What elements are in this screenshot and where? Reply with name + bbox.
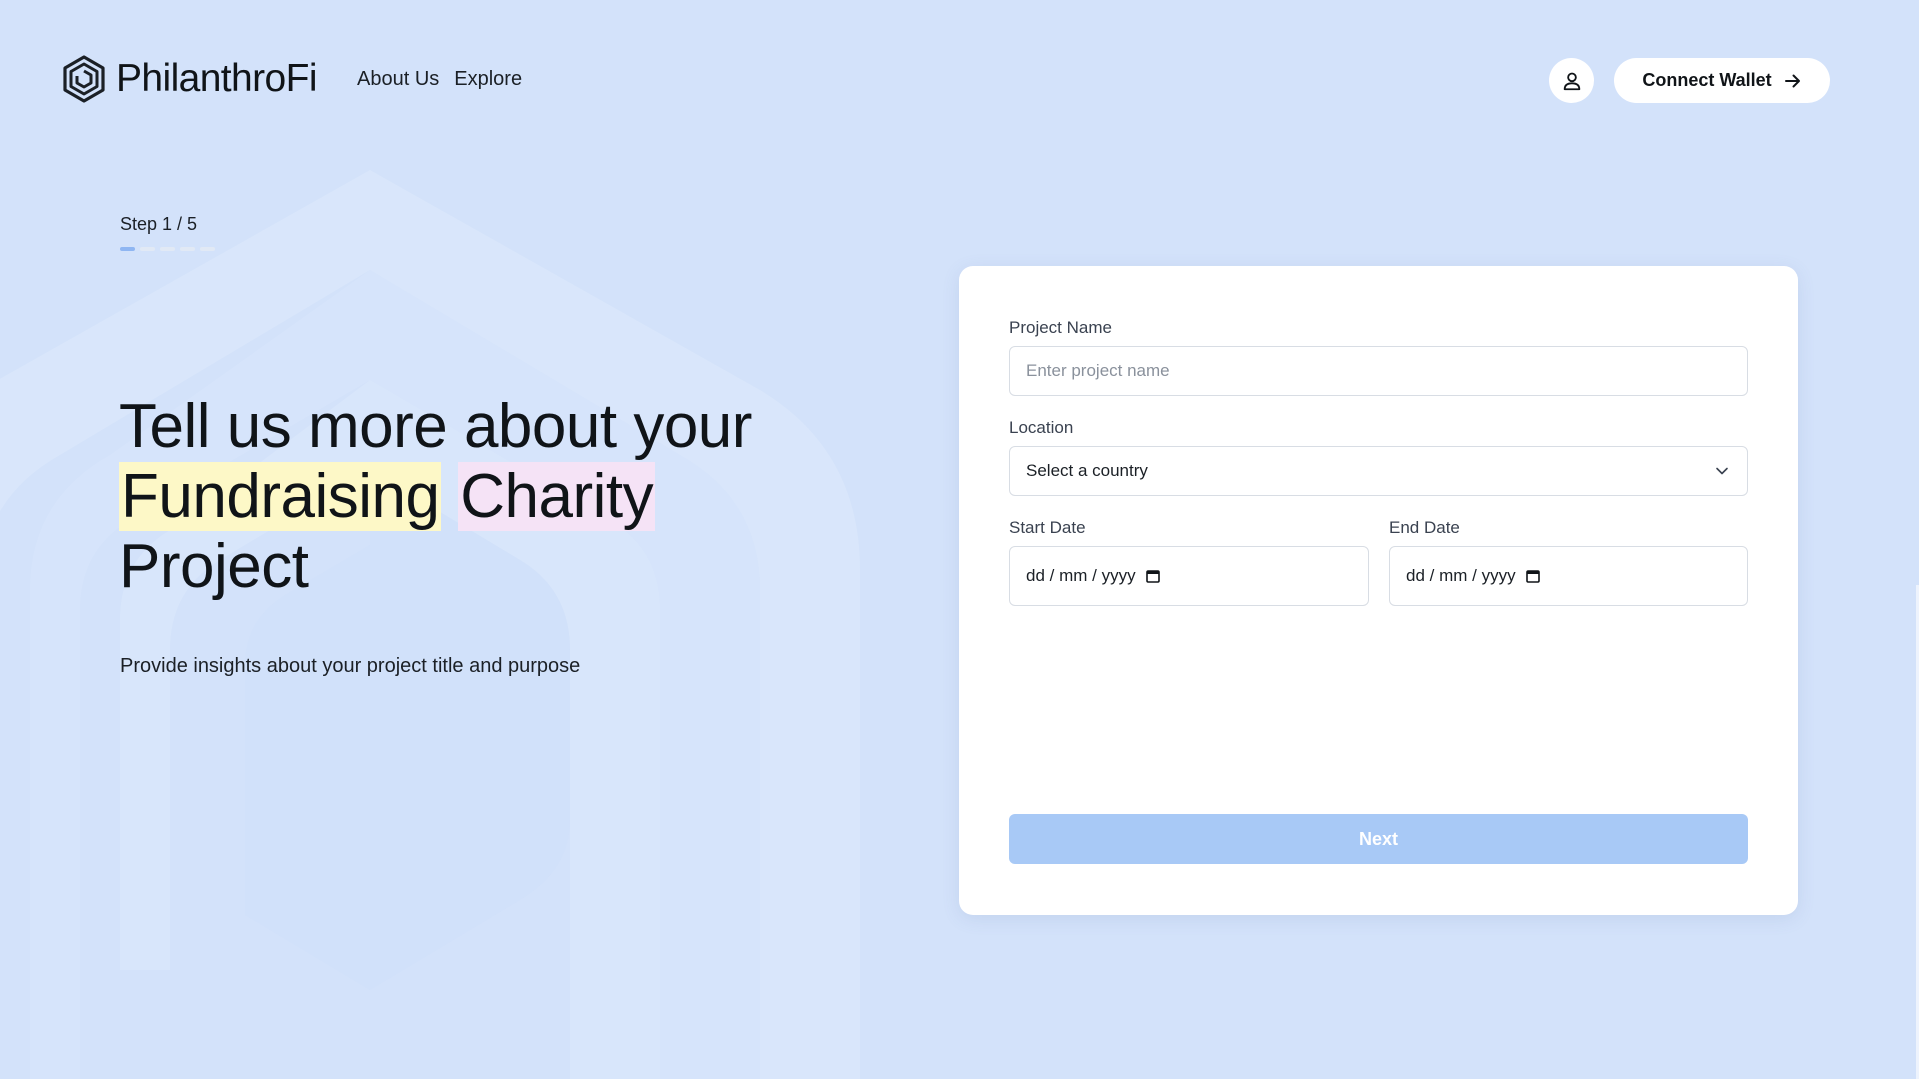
- arrow-right-icon: [1784, 74, 1800, 87]
- top-header: PhilanthroFi About Us Explore Connect Wa…: [0, 0, 1919, 160]
- brand-name: PhilanthroFi: [116, 57, 318, 100]
- background-hexagon-decoration: [0, 170, 860, 1079]
- hero-title: Tell us more about your Fundraising Char…: [119, 392, 919, 602]
- hero-title-line1: Tell us more about your: [119, 392, 752, 461]
- start-date-input[interactable]: dd / mm / yyyy: [1009, 546, 1369, 606]
- location-label: Location: [1009, 418, 1074, 437]
- start-date-value: dd / mm / yyyy: [1026, 566, 1136, 585]
- hero-title-line3: Project: [119, 532, 309, 601]
- end-date-input[interactable]: dd / mm / yyyy: [1389, 546, 1748, 606]
- project-form-card: Project Name Enter project name Location…: [959, 266, 1798, 915]
- project-name-input[interactable]: Enter project name: [1009, 346, 1748, 396]
- hero-subtitle: Provide insights about your project titl…: [120, 655, 581, 677]
- profile-button[interactable]: [1549, 58, 1594, 103]
- nav-link-explore[interactable]: Explore: [454, 68, 522, 91]
- step-indicator-label: Step 1 / 5: [120, 214, 198, 234]
- step-dot-4: [180, 247, 195, 251]
- nav-link-about-us[interactable]: About Us: [357, 68, 439, 91]
- step-dot-5: [200, 247, 215, 251]
- page: PhilanthroFi About Us Explore Connect Wa…: [0, 0, 1919, 1079]
- hexagon-spiral-logo-icon: [63, 55, 105, 103]
- start-date-label: Start Date: [1009, 518, 1086, 537]
- calendar-icon[interactable]: [1525, 569, 1540, 583]
- end-date-value: dd / mm / yyyy: [1406, 566, 1516, 585]
- step-dot-3: [160, 247, 175, 251]
- step-dot-2: [140, 247, 155, 251]
- user-icon: [1563, 72, 1580, 90]
- location-select[interactable]: Select a country: [1009, 446, 1748, 496]
- end-date-label: End Date: [1389, 518, 1460, 537]
- hero-highlight-charity: Charity: [458, 462, 656, 531]
- calendar-icon[interactable]: [1145, 569, 1160, 583]
- step-progress: [120, 247, 215, 251]
- connect-wallet-label: Connect Wallet: [1642, 70, 1772, 90]
- brand-logo[interactable]: PhilanthroFi: [62, 55, 318, 103]
- project-name-label: Project Name: [1009, 318, 1112, 337]
- step-dot-1: [120, 247, 135, 251]
- project-name-placeholder: Enter project name: [1026, 361, 1170, 380]
- chevron-down-icon: [1716, 467, 1728, 475]
- location-selected-value: Select a country: [1026, 461, 1148, 480]
- main-nav: About Us Explore: [357, 68, 522, 91]
- next-button[interactable]: Next: [1009, 814, 1748, 864]
- connect-wallet-button[interactable]: Connect Wallet: [1614, 58, 1830, 103]
- hero-highlight-fundraising: Fundraising: [119, 462, 442, 531]
